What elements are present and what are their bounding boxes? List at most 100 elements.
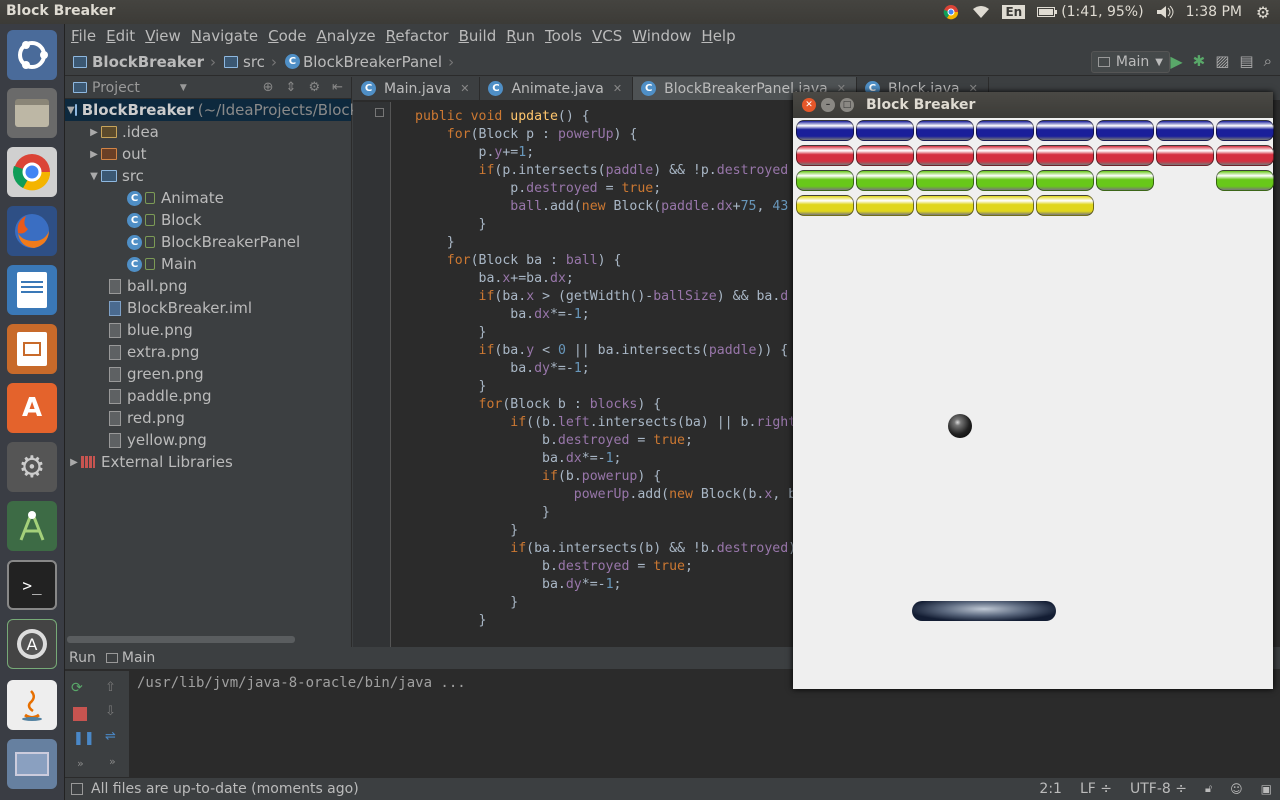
- minimize-window-icon[interactable]: –: [821, 98, 835, 112]
- code-line[interactable]: b.destroyed = true;: [415, 558, 796, 576]
- stop-icon[interactable]: [73, 707, 87, 721]
- keyboard-layout-indicator[interactable]: En: [1002, 5, 1026, 19]
- expanded-arrow-icon[interactable]: ▼: [87, 171, 101, 182]
- power-gear-icon[interactable]: ⚙: [1254, 3, 1272, 22]
- collapsed-arrow-icon[interactable]: ▶: [87, 149, 101, 160]
- java-icon[interactable]: [7, 680, 57, 730]
- tree-node-class[interactable]: C Main: [65, 253, 351, 275]
- code-line[interactable]: }: [415, 234, 796, 252]
- event-log-icon[interactable]: ▣: [1261, 782, 1272, 796]
- more-actions-icon[interactable]: »: [109, 755, 123, 769]
- code-line[interactable]: }: [415, 594, 796, 612]
- firefox-icon[interactable]: [7, 206, 57, 256]
- code-line[interactable]: b.destroyed = true;: [415, 432, 796, 450]
- expanded-arrow-icon[interactable]: ▼: [67, 105, 75, 116]
- updates-icon[interactable]: A: [7, 619, 57, 669]
- lock-icon[interactable]: 🔓︎: [1205, 782, 1212, 796]
- code-line[interactable]: ba.dy*=-1;: [415, 576, 796, 594]
- code-line[interactable]: public void update() {: [415, 108, 796, 126]
- code-line[interactable]: for(Block p : powerUp) {: [415, 126, 796, 144]
- menu-code[interactable]: Code: [268, 27, 306, 45]
- code-line[interactable]: if(p.intersects(paddle) && !p.destroyed: [415, 162, 796, 180]
- caret-position[interactable]: 2:1: [1039, 781, 1062, 797]
- run-config-tab[interactable]: Main: [105, 650, 155, 666]
- up-arrow-icon[interactable]: ⇧: [105, 680, 119, 695]
- code-line[interactable]: ball.add(new Block(paddle.dx+75, 43: [415, 198, 796, 216]
- horizontal-scrollbar[interactable]: [67, 636, 295, 643]
- menu-file[interactable]: File: [71, 27, 96, 45]
- impress-icon[interactable]: [7, 324, 57, 374]
- chrome-icon[interactable]: [7, 147, 57, 197]
- tree-node-src[interactable]: ▼ src: [65, 165, 351, 187]
- tree-node-file[interactable]: ball.png: [65, 275, 351, 297]
- sync-icon[interactable]: ⊕: [263, 80, 274, 95]
- code-line[interactable]: for(Block b : blocks) {: [415, 396, 796, 414]
- soft-wrap-icon[interactable]: ⇌: [105, 729, 119, 744]
- game-playfield[interactable]: [793, 118, 1274, 689]
- tree-node-file[interactable]: blue.png: [65, 319, 351, 341]
- debug-icon[interactable]: ✱: [1193, 52, 1206, 71]
- code-line[interactable]: }: [415, 378, 796, 396]
- close-icon[interactable]: ✕: [613, 82, 622, 95]
- pause-icon[interactable]: ❚❚: [73, 731, 95, 746]
- tree-node-file[interactable]: red.png: [65, 407, 351, 429]
- fold-marker-icon[interactable]: [375, 108, 384, 117]
- chevron-down-icon[interactable]: ▼: [180, 83, 187, 93]
- gear-icon[interactable]: ⚙: [308, 80, 320, 95]
- tree-node-class[interactable]: C Block: [65, 209, 351, 231]
- files-icon[interactable]: [7, 88, 57, 138]
- tab-main-java[interactable]: C Main.java ✕: [353, 77, 481, 100]
- code-line[interactable]: if(ba.x > (getWidth()-ballSize) && ba.d: [415, 288, 796, 306]
- console-output[interactable]: /usr/lib/jvm/java-8-oracle/bin/java ...: [137, 675, 466, 691]
- code-line[interactable]: }: [415, 216, 796, 234]
- run-configuration-select[interactable]: Main ▼: [1090, 51, 1170, 73]
- volume-icon[interactable]: [1156, 3, 1174, 21]
- clock[interactable]: 1:38 PM: [1186, 4, 1242, 20]
- tree-node-out[interactable]: ▶ out: [65, 143, 351, 165]
- code-line[interactable]: powerUp.add(new Block(b.x, b: [415, 486, 796, 504]
- menu-refactor[interactable]: Refactor: [386, 27, 449, 45]
- game-window-titlebar[interactable]: ✕ – □ Block Breaker: [793, 92, 1273, 118]
- collapsed-arrow-icon[interactable]: ▶: [67, 457, 81, 468]
- ubuntu-dash-icon[interactable]: [7, 30, 57, 80]
- tree-node-libraries[interactable]: ▶ External Libraries: [65, 451, 351, 473]
- code-line[interactable]: for(Block ba : ball) {: [415, 252, 796, 270]
- tree-node-file[interactable]: paddle.png: [65, 385, 351, 407]
- workspace-icon[interactable]: [7, 739, 57, 789]
- code-line[interactable]: if(ba.intersects(b) && !b.destroyed): [415, 540, 796, 558]
- breadcrumb-class[interactable]: C BlockBreakerPanel ›: [284, 53, 454, 71]
- wifi-icon[interactable]: [972, 3, 990, 21]
- code-line[interactable]: if(ba.y < 0 || ba.intersects(paddle)) {: [415, 342, 796, 360]
- code-line[interactable]: ba.x+=ba.dx;: [415, 270, 796, 288]
- terminal-icon[interactable]: >_: [7, 560, 57, 610]
- project-structure-icon[interactable]: ▤: [1239, 52, 1253, 71]
- tree-node-class[interactable]: C Animate: [65, 187, 351, 209]
- menu-view[interactable]: View: [145, 27, 181, 45]
- file-encoding[interactable]: UTF-8 ÷: [1130, 781, 1187, 797]
- settings-icon[interactable]: ⚙: [7, 442, 57, 492]
- android-studio-icon[interactable]: [7, 501, 57, 551]
- tree-node-file[interactable]: extra.png: [65, 341, 351, 363]
- menu-edit[interactable]: Edit: [106, 27, 135, 45]
- rerun-icon[interactable]: ⟳: [71, 680, 85, 696]
- menu-analyze[interactable]: Analyze: [317, 27, 376, 45]
- hide-panel-icon[interactable]: ⇤: [332, 80, 343, 95]
- maximize-window-icon[interactable]: □: [840, 98, 854, 112]
- editor-gutter[interactable]: [353, 102, 391, 647]
- writer-icon[interactable]: [7, 265, 57, 315]
- tree-node-file[interactable]: BlockBreaker.iml: [65, 297, 351, 319]
- breadcrumb-project[interactable]: BlockBreaker ›: [73, 53, 216, 71]
- menu-run[interactable]: Run: [506, 27, 535, 45]
- code-line[interactable]: p.destroyed = true;: [415, 180, 796, 198]
- chrome-tray-icon[interactable]: [942, 3, 960, 21]
- down-arrow-icon[interactable]: ⇩: [105, 704, 119, 719]
- code-line[interactable]: }: [415, 324, 796, 342]
- menu-vcs[interactable]: VCS: [592, 27, 622, 45]
- menu-build[interactable]: Build: [459, 27, 497, 45]
- code-line[interactable]: }: [415, 522, 796, 540]
- tool-windows-icon[interactable]: [71, 783, 83, 795]
- code-line[interactable]: p.y+=1;: [415, 144, 796, 162]
- coverage-icon[interactable]: ▨: [1215, 52, 1229, 71]
- close-window-icon[interactable]: ✕: [802, 98, 816, 112]
- breadcrumb-src[interactable]: src ›: [224, 53, 277, 71]
